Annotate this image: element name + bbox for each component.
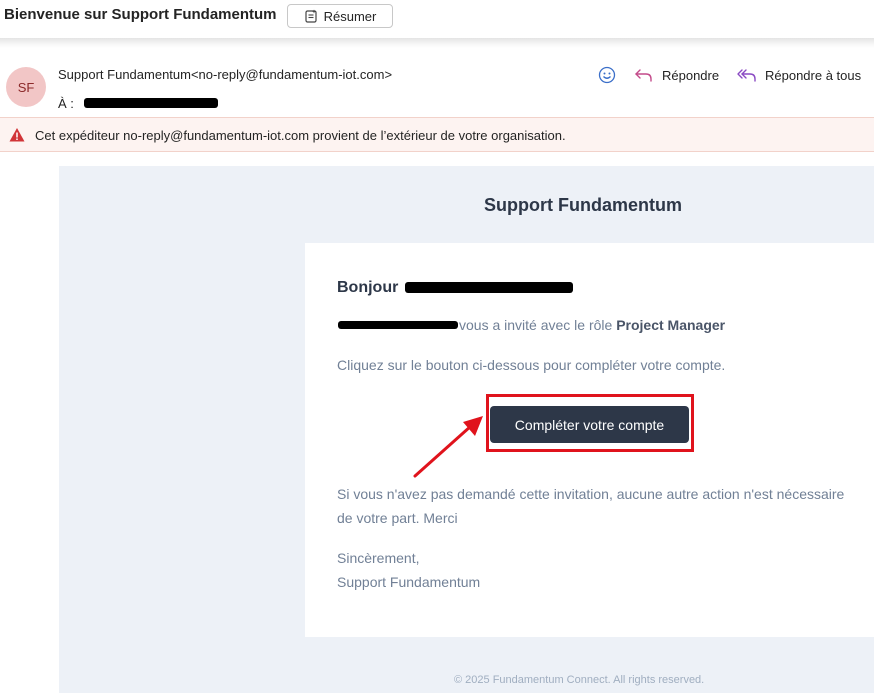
redacted-recipient [84, 98, 218, 108]
warning-icon [9, 128, 25, 142]
greeting: Bonjour [337, 279, 399, 296]
complete-account-button[interactable]: Compléter votre compte [490, 406, 689, 443]
invite-phrase: vous a invité avec le rôle [459, 317, 613, 333]
reply-all-button[interactable]: Répondre à tous [737, 66, 861, 84]
reply-label: Répondre [662, 67, 720, 83]
annotation-arrow [413, 416, 483, 478]
disclaimer-text: Si vous n'avez pas demandé cette invitat… [337, 486, 845, 526]
invite-text: vous a invité avec le rôle Project Manag… [459, 317, 725, 333]
email-subject: Bienvenue sur Support Fundamentum [4, 6, 277, 23]
instruction-text: Cliquez sur le bouton ci-dessous pour co… [337, 357, 726, 373]
avatar[interactable]: SF [6, 67, 46, 107]
warning-text: Cet expéditeur no-reply@fundamentum-iot.… [35, 128, 566, 143]
signoff-line-2: Support Fundamentum [337, 574, 481, 590]
external-sender-warning: Cet expéditeur no-reply@fundamentum-iot.… [0, 117, 874, 152]
reply-icon [635, 69, 652, 82]
reply-button[interactable]: Répondre [634, 66, 719, 84]
redacted-recipient-name [405, 282, 573, 293]
reply-all-label: Répondre à tous [765, 67, 862, 83]
signoff-line-1: Sincèrement, [337, 550, 420, 566]
reply-all-icon [737, 69, 756, 82]
summarize-label: Résumer [323, 8, 377, 24]
signoff: Sincèrement, Support Fundamentum [337, 546, 480, 594]
summary-icon [305, 9, 317, 23]
sender-name[interactable]: Support Fundamentum<no-reply@fundamentum… [58, 67, 392, 82]
to-label: À : [58, 96, 74, 111]
redacted-inviter-name [338, 321, 458, 329]
email-footer: © 2025 Fundamentum Connect. All rights r… [454, 674, 705, 686]
summarize-button[interactable]: Résumer [287, 4, 393, 28]
title-divider [0, 38, 874, 48]
role-name: Project Manager [616, 317, 726, 333]
email-brand-title: Support Fundamentum [484, 195, 682, 215]
emoji-icon[interactable] [598, 66, 616, 84]
